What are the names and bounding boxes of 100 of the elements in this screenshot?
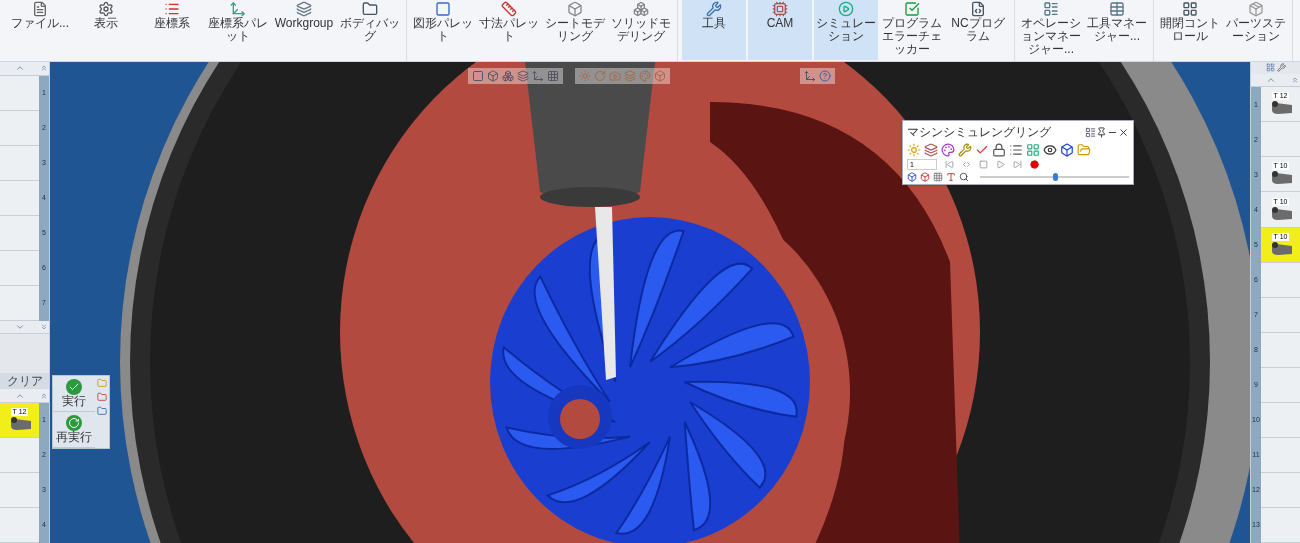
toolbar-icon[interactable]: [609, 70, 621, 82]
tool-slot[interactable]: [0, 285, 39, 321]
help-icon[interactable]: [819, 70, 831, 82]
toolbar-icon[interactable]: [654, 70, 666, 82]
list-icon[interactable]: [1009, 143, 1023, 157]
ribbon-button[interactable]: ボディバッグ: [338, 0, 402, 60]
action-button[interactable]: 実行: [53, 376, 95, 412]
skip-forward-icon[interactable]: [1013, 160, 1022, 169]
tool-slot[interactable]: [1261, 367, 1300, 403]
sun-icon[interactable]: [907, 143, 921, 157]
chevron-up-icon: [1265, 75, 1276, 85]
text-icon[interactable]: [946, 172, 956, 182]
toolbar-icon[interactable]: [472, 70, 484, 82]
tool-slot[interactable]: [0, 110, 39, 146]
record-icon[interactable]: [1030, 160, 1039, 169]
toolbar-icon[interactable]: [532, 70, 544, 82]
tool-slot[interactable]: [0, 250, 39, 286]
tool-slot[interactable]: [1261, 437, 1300, 473]
tool-slot[interactable]: [1261, 332, 1300, 368]
checkbox-icon: [904, 1, 920, 17]
tool-slot[interactable]: [1261, 122, 1300, 158]
play-icon[interactable]: [996, 160, 1005, 169]
tool-slot[interactable]: [1261, 402, 1300, 438]
lock-icon[interactable]: [992, 143, 1006, 157]
folder-icon[interactable]: [97, 406, 107, 416]
search-icon[interactable]: [959, 172, 969, 182]
toolbar-icon[interactable]: [624, 70, 636, 82]
tool-slot[interactable]: [0, 437, 39, 473]
ribbon-button[interactable]: ソリッドモデリング: [609, 0, 673, 60]
folder-icon[interactable]: [97, 392, 107, 402]
wrench-icon[interactable]: [1276, 63, 1286, 73]
folder-icon[interactable]: [97, 378, 107, 388]
tool-slot[interactable]: [0, 508, 39, 543]
ribbon-button[interactable]: シミュレーション: [814, 0, 878, 60]
tool-slot[interactable]: [0, 472, 39, 508]
toolbar-icon[interactable]: [579, 70, 591, 82]
code-file-icon: [970, 1, 986, 17]
ribbon-button[interactable]: 座標系パレット: [206, 0, 270, 60]
layout-icon[interactable]: [1085, 126, 1096, 138]
ribbon-button[interactable]: 工具マネージャー...: [1085, 0, 1149, 60]
ribbon-button[interactable]: シートモデリング: [543, 0, 607, 60]
ribbon-button[interactable]: 寸法パレット: [477, 0, 541, 60]
boxes-icon: [633, 1, 649, 17]
layers-icon[interactable]: [924, 143, 938, 157]
wrench-icon[interactable]: [958, 143, 972, 157]
checkmark-icon[interactable]: [975, 143, 989, 157]
tool-slot[interactable]: [1261, 472, 1300, 508]
chip-icon: [772, 1, 788, 17]
ribbon-button[interactable]: 表示: [74, 0, 138, 60]
tool-slot[interactable]: [0, 180, 39, 216]
cube-icon[interactable]: [1060, 143, 1074, 157]
fit-view-icon[interactable]: [804, 70, 816, 82]
ribbon-button[interactable]: 図形パレット: [411, 0, 475, 60]
folder-icon: [362, 1, 378, 17]
rotate-icon: [66, 415, 82, 431]
ribbon-button[interactable]: CAM: [748, 0, 812, 60]
tool-slot[interactable]: [0, 215, 39, 251]
tool-slot[interactable]: [1261, 297, 1300, 333]
tool-slot[interactable]: [0, 75, 39, 111]
file-icon: [32, 1, 48, 17]
toolbar-icon[interactable]: [547, 70, 559, 82]
toolbar-icon[interactable]: [502, 70, 514, 82]
slider-thumb[interactable]: [1052, 173, 1058, 181]
ribbon-button[interactable]: 工具: [682, 0, 746, 60]
toolbar-icon[interactable]: [594, 70, 606, 82]
tool-slot[interactable]: [1261, 507, 1300, 543]
stop-icon[interactable]: [979, 160, 988, 169]
layout-icon[interactable]: [1265, 63, 1275, 73]
step-icon[interactable]: [962, 160, 971, 169]
ribbon-button[interactable]: パーツステーション: [1224, 0, 1288, 60]
tool-slot[interactable]: [1261, 262, 1300, 298]
ribbon-button[interactable]: プログラムエラーチェッカー: [880, 0, 944, 60]
clear-button[interactable]: クリア: [0, 373, 49, 390]
axes-icon: [230, 1, 246, 17]
ribbon-button[interactable]: Workgroup: [272, 0, 336, 60]
ribbon-button[interactable]: ファイル...: [8, 0, 72, 60]
double-chevron-down-icon: [40, 323, 48, 332]
eye-icon[interactable]: [1043, 143, 1057, 157]
box-icon: [567, 1, 583, 17]
pin-icon[interactable]: [1096, 126, 1107, 138]
window-title: マシンシミュレングリング: [907, 124, 1052, 141]
cube-icon[interactable]: [907, 172, 917, 182]
speed-slider[interactable]: [980, 173, 1129, 181]
palette-icon[interactable]: [941, 143, 955, 157]
ribbon-button[interactable]: 座標系: [140, 0, 204, 60]
grid-icon[interactable]: [933, 172, 943, 182]
skip-back-icon[interactable]: [945, 160, 954, 169]
close-icon[interactable]: [1118, 126, 1129, 138]
layers-icon: [296, 1, 312, 17]
toolbar-icon[interactable]: [517, 70, 529, 82]
wrench-icon: [706, 1, 722, 17]
tool-slot[interactable]: [0, 145, 39, 181]
toolbar-icon[interactable]: [487, 70, 499, 82]
action-button[interactable]: 再実行: [53, 412, 95, 448]
ribbon-button[interactable]: NCプログラム: [946, 0, 1010, 60]
toolbar-icon[interactable]: [639, 70, 651, 82]
cube-icon[interactable]: [920, 172, 930, 182]
double-chevron-up-icon: [40, 64, 48, 73]
ribbon-button[interactable]: オペレーションマネージャー...: [1019, 0, 1083, 60]
ribbon-button[interactable]: 開閉コントロール: [1158, 0, 1222, 60]
